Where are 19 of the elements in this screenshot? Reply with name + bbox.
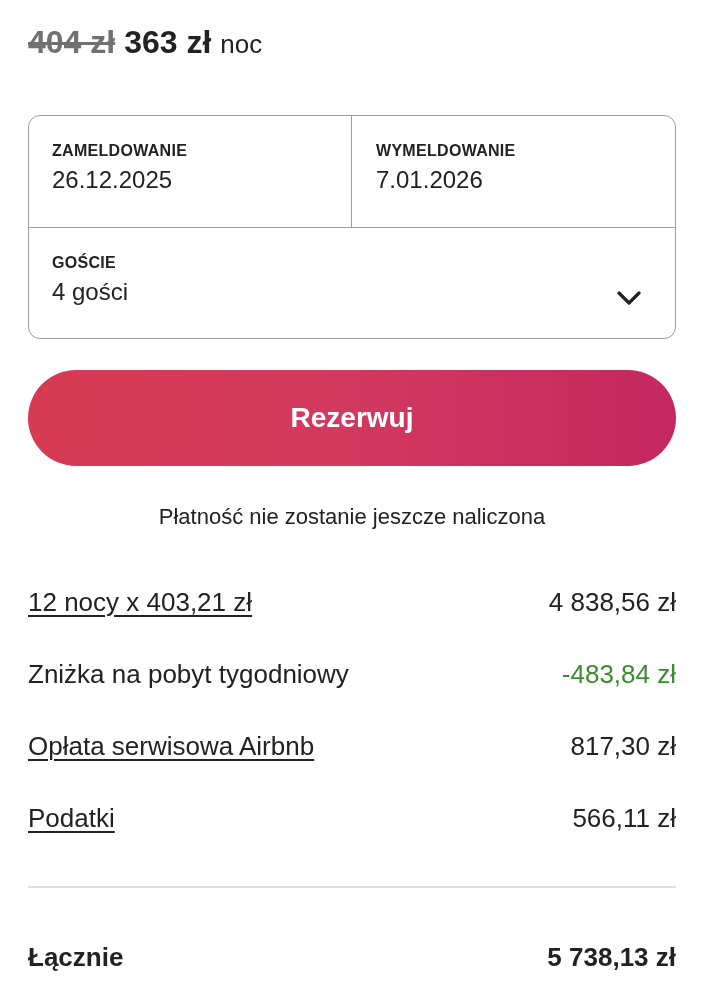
line-item-amount: 566,11 zł xyxy=(572,802,676,834)
current-price: 363 zł xyxy=(124,23,212,62)
reserve-button[interactable]: Rezerwuj xyxy=(28,370,676,466)
payment-note: Płatność nie zostanie jeszcze naliczona xyxy=(157,503,547,531)
price-detail-link[interactable]: Podatki xyxy=(28,802,115,834)
date-field[interactable]: ZAMELDOWANIE 26.12.2025 xyxy=(29,116,351,227)
line-item-amount: 817,30 zł xyxy=(570,730,676,762)
line-item-amount: 4 838,56 zł xyxy=(548,586,676,618)
guests-dropdown[interactable]: GOŚCIE 4 gości xyxy=(29,228,675,338)
original-price: 404 zł xyxy=(28,23,116,62)
price-detail-link[interactable]: 12 nocy x 403,21 zł xyxy=(28,586,253,618)
chevron-down-icon xyxy=(617,291,641,305)
total-amount: 5 738,13 zł xyxy=(547,941,676,973)
date-field[interactable]: WYMELDOWANIE 7.01.2026 xyxy=(351,116,675,227)
price-unit: noc xyxy=(220,28,263,61)
total-label: Łącznie xyxy=(28,941,124,973)
line-item-label: Zniżka na pobyt tygodniowy xyxy=(28,658,349,690)
price-detail-link[interactable]: Opłata serwisowa Airbnb xyxy=(28,730,315,762)
discount-amount: -483,84 zł xyxy=(561,658,676,690)
